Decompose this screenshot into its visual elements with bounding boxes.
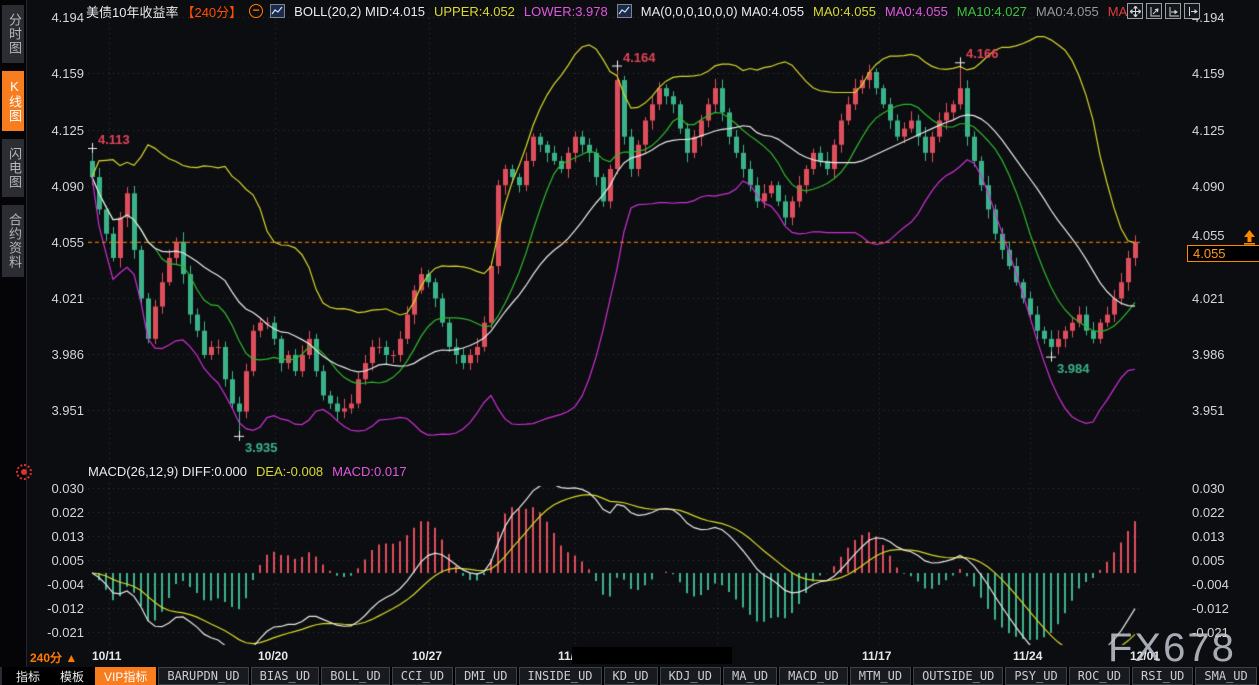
zoom-x-axis-icon[interactable] [1165,3,1181,19]
macd-y-axis-label-right: 0.005 [1192,553,1252,568]
tab--[interactable]: 指标 [7,667,49,685]
indicator-value-2: UPPER:4.052 [434,4,515,19]
tab-bias-ud[interactable]: BIAS_UD [251,667,320,685]
candlestick-chart[interactable] [88,0,1148,646]
indicator-value-6: MA0:4.055 [885,4,948,19]
tab-outside-ud[interactable]: OUTSIDE_UD [913,667,1003,685]
y-axis-label: 4.055 [30,235,84,250]
tab-psy-ud[interactable]: PSY_UD [1005,667,1066,685]
sidebar-item-1[interactable]: 分时图 [2,5,24,63]
sidebar-item-3[interactable]: 闪电图 [2,139,24,197]
y-axis-label-right: 4.159 [1192,66,1252,81]
symbol-title: 美债10年收益率 [86,2,178,21]
y-axis-label: 4.021 [30,291,84,306]
x-axis-date: 11/17 [862,649,891,663]
indicator-values: BOLL(20,2) MID:4.015 UPPER:4.052 LOWER:3.9… [270,4,1138,19]
y-axis-label-right: 4.090 [1192,179,1252,194]
indicator-value-3: LOWER:3.978 [524,4,608,19]
tab--[interactable]: 模板 [51,667,93,685]
chart-toolbar [1127,3,1200,19]
pan-tool-icon[interactable] [1127,3,1143,19]
macd-value-1: MACD(26,12,9) DIFF:0.000 [88,464,247,479]
sidebar-item-4[interactable]: 合约资料 [2,205,24,277]
tab-dmi-ud[interactable]: DMI_UD [455,667,516,685]
macd-y-axis-label: 0.013 [30,529,84,544]
indicator-value-5: MA0:4.055 [813,4,876,19]
y-axis-label-right: 3.951 [1192,403,1252,418]
indicator-tab-bar: 指标模板VIP指标BARUPDN_UDBIAS_UDBOLL_UDCCI_UDD… [0,667,1259,685]
tab-inside-ud[interactable]: INSIDE_UD [519,667,602,685]
macd-y-axis-label: 0.022 [30,505,84,520]
tab-roc-ud[interactable]: ROC_UD [1069,667,1130,685]
macd-y-axis-label: -0.021 [30,625,84,640]
triangle-up-icon: ▲ [65,651,77,665]
macd-header: MACD(26,12,9) DIFF:0.000 DEA:-0.008 MACD:0… [88,464,407,479]
y-axis-label: 4.194 [30,10,84,25]
tab-kd-ud[interactable]: KD_UD [604,667,658,685]
watermark: FX678 [1108,626,1236,671]
tab-mtm-ud[interactable]: MTM_UD [850,667,911,685]
tab-bar-corner[interactable] [0,667,2,685]
indicator-value-1: BOLL(20,2) MID:4.015 [294,4,425,19]
pane-expand-icon[interactable] [1184,3,1200,19]
x-axis-date: 11/24 [1013,649,1042,663]
tab-kdj-ud[interactable]: KDJ_UD [660,667,721,685]
y-axis-label-right: 4.194 [1192,10,1252,25]
tab-ma-ud[interactable]: MA_UD [723,667,777,685]
indicator-value-7: MA10:4.027 [957,4,1027,19]
chart-header: 美债10年收益率 【240分】 − BOLL(20,2) MID:4.015 UP… [86,3,1138,19]
zoom-y-axis-icon[interactable] [1146,3,1162,19]
y-axis-label-right: 4.125 [1192,123,1252,138]
indicator-value-4: MA(0,0,0,10,0,0) MA0:4.055 [641,4,804,19]
live-indicator-icon [16,464,32,480]
sidebar: 分时图 K线图闪电图合约资料 [0,0,27,667]
indicator-icon [270,4,285,18]
macd-y-axis-label: 0.030 [30,481,84,496]
macd-y-axis-label-right: 0.022 [1192,505,1252,520]
tab-vip-[interactable]: VIP指标 [95,667,156,685]
x-axis-date: 10/11 [92,649,121,663]
macd-value-3: MACD:0.017 [332,464,406,479]
macd-y-axis-label-right: 0.013 [1192,529,1252,544]
macd-y-axis-label-right: 0.030 [1192,481,1252,496]
tab-sma-ud[interactable]: SMA_UD [1195,667,1256,685]
collapse-icon[interactable]: − [249,4,263,18]
macd-y-axis-label-right: -0.012 [1192,601,1252,616]
x-axis-date: 10/20 [258,649,288,663]
x-axis-date: 10/27 [412,649,442,663]
y-axis-label: 4.159 [30,66,84,81]
tab-rsi-ud[interactable]: RSI_UD [1132,667,1193,685]
macd-value-2: DEA:-0.008 [256,464,323,479]
macd-y-axis-label: -0.004 [30,577,84,592]
macd-y-axis-label-right: -0.004 [1192,577,1252,592]
macd-y-axis-label: -0.012 [30,601,84,616]
indicator-value-8: MA0:4.055 [1036,4,1099,19]
latest-price-arrow-icon[interactable] [1242,230,1257,250]
y-axis-label-right: 3.986 [1192,347,1252,362]
y-axis-label-right: 4.021 [1192,291,1252,306]
sidebar-item-2[interactable]: K线图 [2,71,24,131]
timeframe-label[interactable]: 240分 ▲ [30,649,77,666]
redaction-box [572,647,732,664]
tab-barupdn-ud[interactable]: BARUPDN_UD [158,667,248,685]
indicator-icon [617,4,632,18]
tab-cci-ud[interactable]: CCI_UD [392,667,453,685]
trading-app-window: 分时图 K线图闪电图合约资料 美债10年收益率 【240分】 − BOLL(20,… [0,0,1259,685]
tab-macd-ud[interactable]: MACD_UD [779,667,848,685]
y-axis-label: 3.986 [30,347,84,362]
y-axis-label: 4.125 [30,123,84,138]
y-axis-label: 4.090 [30,179,84,194]
period-tag: 【240分】 [181,2,242,21]
tab-boll-ud[interactable]: BOLL_UD [321,667,390,685]
macd-y-axis-label: 0.005 [30,553,84,568]
y-axis-label: 3.951 [30,403,84,418]
